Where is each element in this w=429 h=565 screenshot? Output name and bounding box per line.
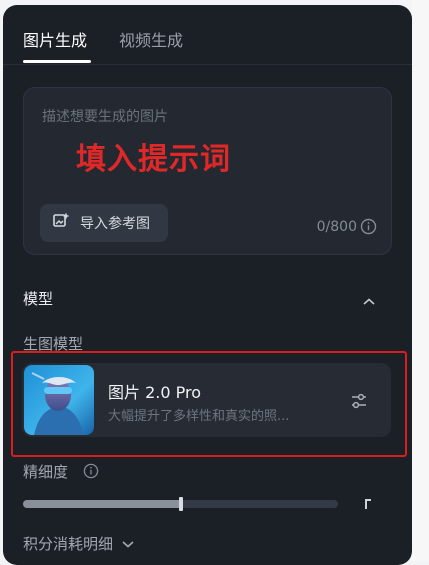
precision-label: 精细度 — [23, 463, 69, 481]
char-counter: 0/800 — [316, 219, 357, 235]
import-reference-button[interactable]: 导入参考图 — [40, 204, 168, 242]
tab-image-generation[interactable]: 图片生成 — [23, 27, 87, 51]
model-description: 大幅提升了多样性和真实的照... — [108, 409, 290, 424]
edge-mark — [365, 499, 371, 509]
slider-handle[interactable] — [179, 497, 183, 511]
tab-video-generation[interactable]: 视频生成 — [119, 27, 183, 51]
credits-details-toggle[interactable]: 积分消耗明细 — [23, 533, 135, 554]
generation-panel: 图片生成 视频生成 描述想要生成的图片 填入提示词 导入参考图 0/800 模型… — [3, 5, 412, 565]
sliders-icon[interactable] — [349, 391, 369, 415]
backdrop-strip — [412, 0, 429, 561]
prompt-placeholder: 描述想要生成的图片 — [42, 109, 168, 125]
model-thumbnail — [24, 365, 94, 435]
import-reference-label: 导入参考图 — [80, 216, 150, 232]
model-card[interactable]: 图片 2.0 Pro 大幅提升了多样性和真实的照... — [22, 363, 391, 437]
precision-slider[interactable] — [23, 497, 338, 511]
info-icon[interactable] — [360, 218, 377, 239]
model-section-title: 模型 — [23, 290, 54, 308]
info-icon[interactable] — [83, 463, 99, 483]
annotation-label: 填入提示词 — [76, 142, 231, 177]
credits-label: 积分消耗明细 — [23, 535, 114, 553]
model-name: 图片 2.0 Pro — [108, 383, 202, 402]
add-image-icon — [52, 212, 70, 234]
slider-fill — [23, 500, 181, 508]
chevron-down-icon — [121, 534, 135, 553]
chevron-up-icon[interactable] — [362, 292, 376, 311]
tabs-divider — [3, 64, 412, 65]
tab-bar: 图片生成 视频生成 — [23, 27, 183, 51]
active-tab-indicator — [23, 60, 91, 63]
prompt-textarea[interactable]: 描述想要生成的图片 填入提示词 导入参考图 0/800 — [23, 87, 392, 255]
